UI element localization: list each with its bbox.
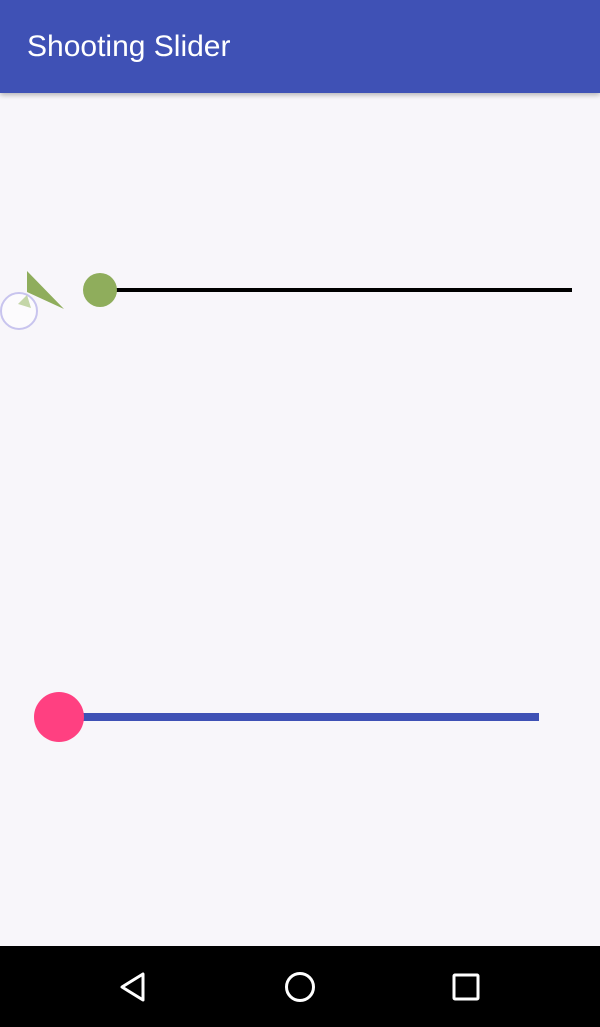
launcher-icon [0, 271, 64, 330]
home-icon [285, 971, 315, 1002]
standard-slider-track[interactable] [58, 713, 539, 721]
recents-icon [452, 973, 480, 1000]
shooting-slider-track[interactable] [98, 288, 572, 292]
shooting-launcher[interactable] [0, 268, 70, 332]
back-icon [120, 972, 145, 1001]
recents-button[interactable] [426, 946, 506, 1027]
home-button[interactable] [260, 946, 340, 1027]
app-title: Shooting Slider [27, 30, 231, 63]
app-bar: Shooting Slider [0, 0, 600, 93]
content-area [0, 93, 600, 946]
shooting-slider-thumb[interactable] [83, 273, 117, 307]
navigation-bar [0, 946, 600, 1027]
back-button[interactable] [93, 946, 173, 1027]
standard-slider-thumb[interactable] [34, 692, 84, 742]
